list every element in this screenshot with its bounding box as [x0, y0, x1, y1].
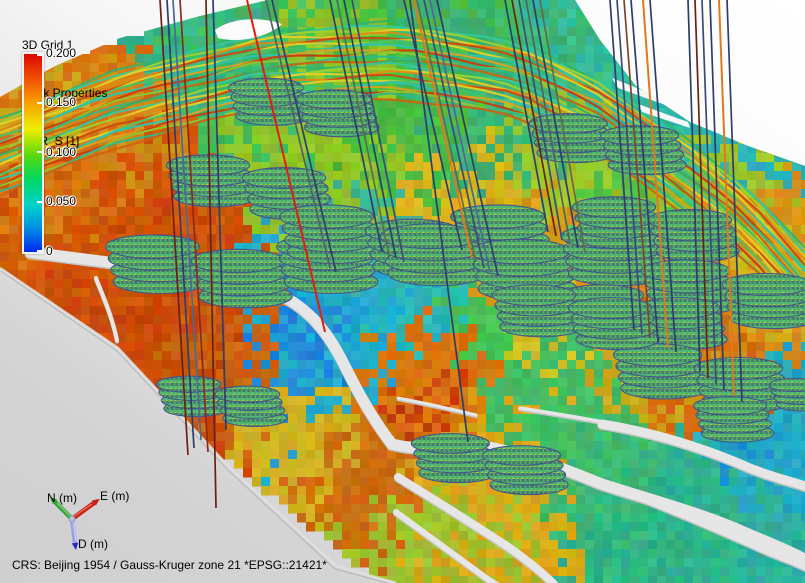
crs-status-text: CRS: Beijing 1954 / Gauss-Kruger zone 21… [12, 557, 327, 573]
colorbar-label: 0.150 [46, 94, 76, 110]
petrel-3d-window: 3D Grid 1 Rock Properties POR_S [1] 0.20… [0, 0, 805, 583]
colorbar-label-max: 0.200 [46, 45, 76, 61]
colorbar-tick [37, 102, 42, 104]
axis-label-east: E (m) [100, 488, 129, 504]
colorbar-tick [37, 151, 42, 153]
colorbar-label-min: 0 [46, 243, 53, 259]
colorbar [22, 52, 44, 254]
colorbar-tick [37, 201, 42, 203]
colorbar-label: 0.100 [46, 144, 76, 160]
colorbar-tick [37, 54, 42, 56]
colorbar-tick [37, 250, 42, 252]
axis-label-down: D (m) [78, 536, 108, 552]
colorbar-label: 0.050 [46, 193, 76, 209]
axis-label-north: N (m) [47, 490, 77, 506]
